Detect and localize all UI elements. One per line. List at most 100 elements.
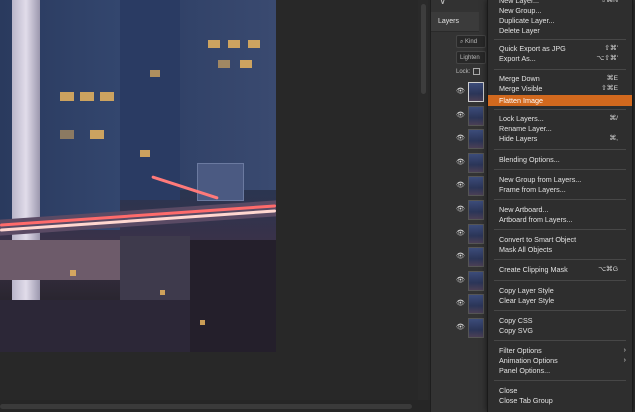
menu-item-merge-visible[interactable]: Merge Visible ⇧⌘E xyxy=(488,84,632,94)
visibility-eye-icon[interactable]: 👁 xyxy=(456,181,465,191)
menu-item-label: Panel Options... xyxy=(499,366,551,375)
menu-item-label: Create Clipping Mask xyxy=(499,265,568,274)
menu-item-label: Rename Layer... xyxy=(499,124,552,133)
vertical-scrollbar[interactable] xyxy=(418,0,428,400)
menu-item-label: Flatten Image xyxy=(499,96,543,105)
layer-row[interactable]: 👁 xyxy=(450,247,490,268)
layer-row[interactable]: 👁 xyxy=(450,318,490,338)
menu-item-label: Copy SVG xyxy=(499,326,533,335)
menu-item-animation-options[interactable]: Animation Options › xyxy=(488,356,632,366)
menu-item-panel-options[interactable]: Panel Options... xyxy=(488,366,632,376)
menu-item-frame-from-layers[interactable]: Frame from Layers... xyxy=(488,185,632,195)
menu-item-shortcut: ⌘E xyxy=(606,75,618,82)
menu-item-label: New Artboard... xyxy=(499,205,549,214)
menu-item-label: Convert to Smart Object xyxy=(499,235,577,244)
visibility-eye-icon[interactable]: 👁 xyxy=(456,299,465,309)
layer-row[interactable]: 👁 xyxy=(450,294,490,315)
menu-item-delete-layer[interactable]: Delete Layer xyxy=(488,26,632,36)
menu-item-hide-layers[interactable]: Hide Layers ⌘, xyxy=(488,134,632,144)
layer-row[interactable]: 👁 xyxy=(450,152,490,173)
menu-item-label: Delete Layer xyxy=(499,26,540,35)
blend-mode-select[interactable]: Lighten xyxy=(456,51,486,64)
lock-label: Lock: xyxy=(456,69,471,76)
menu-item-blending-options[interactable]: Blending Options... xyxy=(488,155,632,165)
visibility-eye-icon[interactable]: 👁 xyxy=(456,134,465,144)
visibility-eye-icon[interactable]: 👁 xyxy=(456,252,465,262)
layer-row[interactable]: 👁 xyxy=(450,105,490,126)
menu-item-merge-down[interactable]: Merge Down ⌘E xyxy=(488,74,632,84)
menu-item-artboard-from-layers[interactable]: Artboard from Layers... xyxy=(488,215,632,225)
move-tool-icon[interactable]: ∨ xyxy=(439,0,446,7)
horizontal-scrollbar[interactable] xyxy=(0,400,430,412)
visibility-eye-icon[interactable]: 👁 xyxy=(456,229,465,239)
layer-thumbnail xyxy=(468,270,484,291)
kind-filter-label: Kind xyxy=(465,39,478,45)
menu-item-label: Hide Layers xyxy=(499,134,538,143)
menu-separator xyxy=(494,310,626,311)
menu-item-shortcut: ⌘/ xyxy=(609,115,618,122)
menu-item-lock-layers[interactable]: Lock Layers... ⌘/ xyxy=(488,114,632,124)
menu-item-export-as[interactable]: Export As... ⌥⇧⌘' xyxy=(488,54,632,64)
submenu-chevron-right-icon: › xyxy=(623,357,626,364)
layer-row[interactable]: 👁 xyxy=(450,200,490,220)
lock-transparent-icon[interactable] xyxy=(473,68,481,75)
visibility-eye-icon[interactable]: 👁 xyxy=(456,87,465,97)
menu-item-mask-all-objects[interactable]: Mask All Objects xyxy=(488,245,632,255)
menu-item-label: Animation Options xyxy=(499,356,558,365)
menu-item-filter-options[interactable]: Filter Options › xyxy=(488,346,632,356)
menu-item-new-artboard[interactable]: New Artboard... xyxy=(488,205,632,215)
visibility-eye-icon[interactable]: 👁 xyxy=(456,276,465,286)
layer-row[interactable]: 👁 xyxy=(450,129,490,150)
menu-item-rename-layer[interactable]: Rename Layer... xyxy=(488,124,632,134)
menu-item-copy-css[interactable]: Copy CSS xyxy=(488,316,632,326)
menu-item-label: Export As... xyxy=(499,54,536,63)
menu-item-quick-export-as-jpg[interactable]: Quick Export as JPG ⇧⌘' xyxy=(488,44,632,54)
canvas-image[interactable] xyxy=(0,0,276,352)
layer-row[interactable]: 👁 xyxy=(450,82,490,102)
menu-item-new-group[interactable]: New Group... xyxy=(488,6,632,16)
menu-item-label: Close xyxy=(499,386,518,395)
menu-item-flatten-image[interactable]: Flatten Image xyxy=(488,95,632,106)
layer-thumbnail xyxy=(468,152,484,173)
visibility-eye-icon[interactable]: 👁 xyxy=(456,323,465,333)
layer-thumbnail xyxy=(468,318,484,338)
menu-item-copy-layer-style[interactable]: Copy Layer Style xyxy=(488,286,632,296)
menu-separator xyxy=(494,199,626,200)
layer-row[interactable]: 👁 xyxy=(450,270,490,291)
visibility-eye-icon[interactable]: 👁 xyxy=(456,158,465,168)
menu-separator xyxy=(494,340,626,341)
layer-thumbnail xyxy=(468,223,484,244)
menu-separator xyxy=(494,109,626,110)
menu-item-label: Quick Export as JPG xyxy=(499,44,566,53)
layer-row[interactable]: 👁 xyxy=(450,223,490,244)
menu-item-duplicate-layer[interactable]: Duplicate Layer... xyxy=(488,16,632,26)
menu-item-convert-to-smart-object[interactable]: Convert to Smart Object xyxy=(488,235,632,245)
tab-layers[interactable]: Layers xyxy=(431,12,479,32)
kind-filter-select[interactable]: ⌕ Kind xyxy=(456,35,486,48)
menu-item-copy-svg[interactable]: Copy SVG xyxy=(488,326,632,336)
menu-item-shortcut: ⇧⌘' xyxy=(604,45,618,52)
document-canvas[interactable] xyxy=(0,0,430,412)
menu-item-label: Merge Down xyxy=(499,74,540,83)
menu-item-label: Copy Layer Style xyxy=(499,286,554,295)
menu-item-close-tab-group[interactable]: Close Tab Group xyxy=(488,396,632,406)
menu-separator xyxy=(494,280,626,281)
layer-thumbnail xyxy=(468,176,484,197)
menu-item-label: Frame from Layers... xyxy=(499,185,566,194)
layer-thumbnail xyxy=(468,294,484,315)
visibility-eye-icon[interactable]: 👁 xyxy=(456,205,465,215)
menu-item-shortcut: ⇧⌘E xyxy=(600,85,618,92)
menu-item-label: Artboard from Layers... xyxy=(499,215,573,224)
layers-context-menu: New Layer... ⇧⌘N New Group... Duplicate Lay… xyxy=(487,0,633,412)
menu-item-create-clipping-mask[interactable]: Create Clipping Mask ⌥⌘G xyxy=(488,265,632,275)
menu-item-close[interactable]: Close xyxy=(488,386,632,396)
menu-item-new-group-from-layers[interactable]: New Group from Layers... xyxy=(488,175,632,185)
layer-row[interactable]: 👁 xyxy=(450,176,490,197)
menu-separator xyxy=(494,259,626,260)
lock-row: Lock: xyxy=(456,68,481,76)
submenu-chevron-right-icon: › xyxy=(623,347,626,354)
menu-item-shortcut: ⌥⌘G xyxy=(598,266,618,273)
menu-item-clear-layer-style[interactable]: Clear Layer Style xyxy=(488,296,632,306)
visibility-eye-icon[interactable]: 👁 xyxy=(456,111,465,121)
menu-separator xyxy=(494,39,626,40)
